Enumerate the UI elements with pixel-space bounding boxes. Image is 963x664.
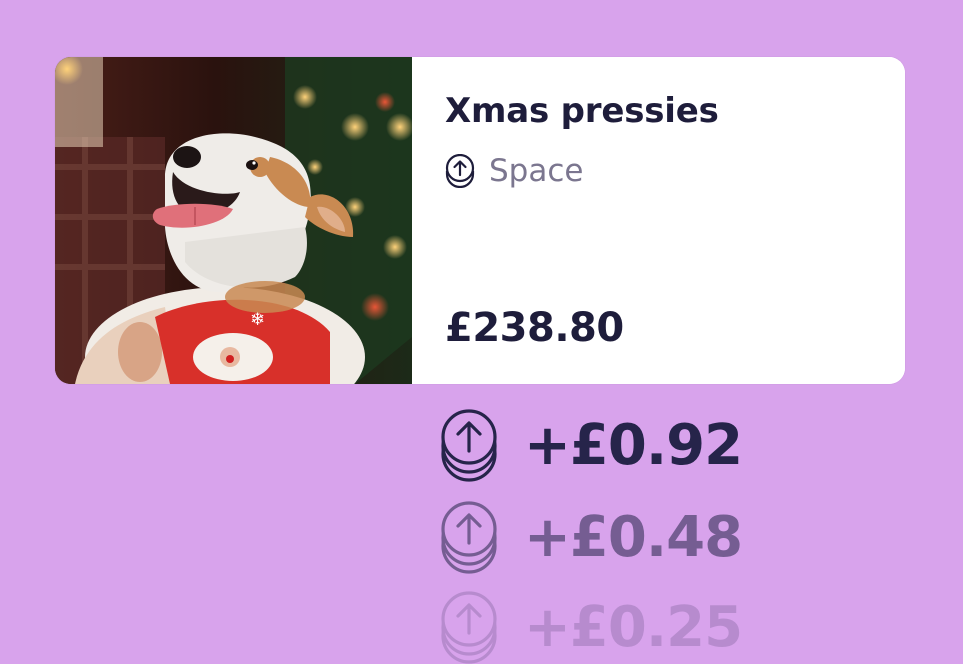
coin-arrow-up-icon — [441, 501, 497, 574]
space-type: Space — [445, 153, 583, 189]
increment-row: +£0.92 — [440, 408, 743, 482]
increment-amount: +£0.92 — [524, 412, 743, 478]
coin-arrow-up-icon — [445, 154, 475, 188]
space-type-label: Space — [489, 153, 584, 189]
space-card[interactable]: ❄ Xmas pressies Space £238.80 — [55, 57, 905, 384]
increment-row: +£0.48 — [440, 500, 743, 574]
space-balance: £238.80 — [445, 305, 624, 351]
space-title: Xmas pressies — [445, 91, 719, 131]
increment-amount: +£0.48 — [524, 504, 743, 570]
increment-row: +£0.25 — [440, 590, 743, 664]
increment-amount: +£0.25 — [524, 594, 743, 660]
dog-photo: ❄ — [55, 57, 412, 384]
coin-arrow-up-icon — [441, 591, 497, 664]
space-info: Xmas pressies Space £238.80 — [412, 57, 905, 384]
coin-arrow-up-icon — [441, 409, 497, 482]
